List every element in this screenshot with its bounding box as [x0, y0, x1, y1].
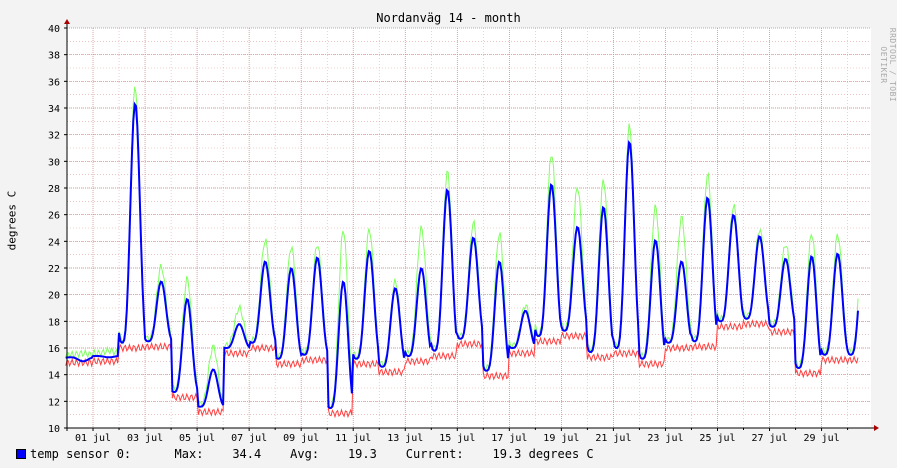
x-tick-label: 13 jul — [387, 433, 423, 444]
legend-series-label: temp sensor 0: — [30, 447, 132, 461]
chart-svg: 10121416182022242628303234363840 01 jul 0… — [48, 19, 879, 444]
x-tick-label: 21 jul — [595, 433, 631, 444]
legend-max-label: Max: — [174, 447, 204, 461]
y-tick-label: 18 — [48, 317, 60, 328]
rrdtool-watermark: RRDTOOL / TOBI OETIKER — [879, 27, 897, 103]
x-tick-label: 09 jul — [283, 433, 319, 444]
x-tick-labels: 01 jul 03 jul 05 jul 07 jul 09 jul 11 jul 13 j… — [75, 433, 840, 444]
x-tick-label: 27 jul — [751, 433, 787, 444]
y-tick-label: 10 — [48, 424, 60, 435]
y-tick-label: 40 — [48, 24, 60, 35]
y-tick-labels: 10 12 14 16 18 20 22 24 26 28 30 32 34 36 38 40 — [48, 24, 60, 435]
legend: temp sensor 0: Max: 34.4 Avg: 19.3 Curre… — [16, 447, 594, 461]
x-tick-label: 23 jul — [647, 433, 683, 444]
y-tick-label: 16 — [48, 344, 60, 355]
x-tick-label: 25 jul — [699, 433, 735, 444]
x-tick-label: 07 jul — [231, 433, 267, 444]
legend-max-value: 34.4 — [232, 447, 262, 461]
x-tick-label: 05 jul — [179, 433, 215, 444]
y-tick-label: 38 — [48, 51, 60, 62]
legend-avg-label: Avg: — [290, 447, 320, 461]
legend-unit: degrees C — [528, 447, 594, 461]
x-tick-label: 11 jul — [335, 433, 371, 444]
y-tick-label: 20 — [48, 291, 60, 302]
legend-swatch — [16, 449, 26, 459]
x-tick-label: 01 jul — [75, 433, 111, 444]
legend-avg-value: 19.3 — [347, 447, 377, 461]
chart-title: Nordanväg 14 - month — [376, 11, 521, 25]
y-axis-label: degrees C — [5, 190, 19, 251]
y-tick-label: 28 — [48, 184, 60, 195]
y-tick-label: 34 — [48, 104, 60, 115]
x-tick-label: 15 jul — [439, 433, 475, 444]
y-tick-label: 24 — [48, 237, 60, 248]
x-axis-arrow — [874, 425, 879, 431]
y-tick-label: 36 — [48, 77, 60, 88]
legend-current-label: Current: — [405, 447, 464, 461]
x-tick-label: 29 jul — [804, 433, 840, 444]
x-tick-label: 17 jul — [491, 433, 527, 444]
y-tick-label: 12 — [48, 397, 60, 408]
y-tick-label: 14 — [48, 371, 60, 382]
legend-current-value: 19.3 — [492, 447, 522, 461]
x-tick-label: 19 jul — [543, 433, 579, 444]
y-tick-label: 22 — [48, 264, 60, 275]
y-tick-label: 26 — [48, 211, 60, 222]
y-tick-label: 32 — [48, 131, 60, 142]
x-tick-label: 03 jul — [127, 433, 163, 444]
y-tick-label: 30 — [48, 157, 60, 168]
